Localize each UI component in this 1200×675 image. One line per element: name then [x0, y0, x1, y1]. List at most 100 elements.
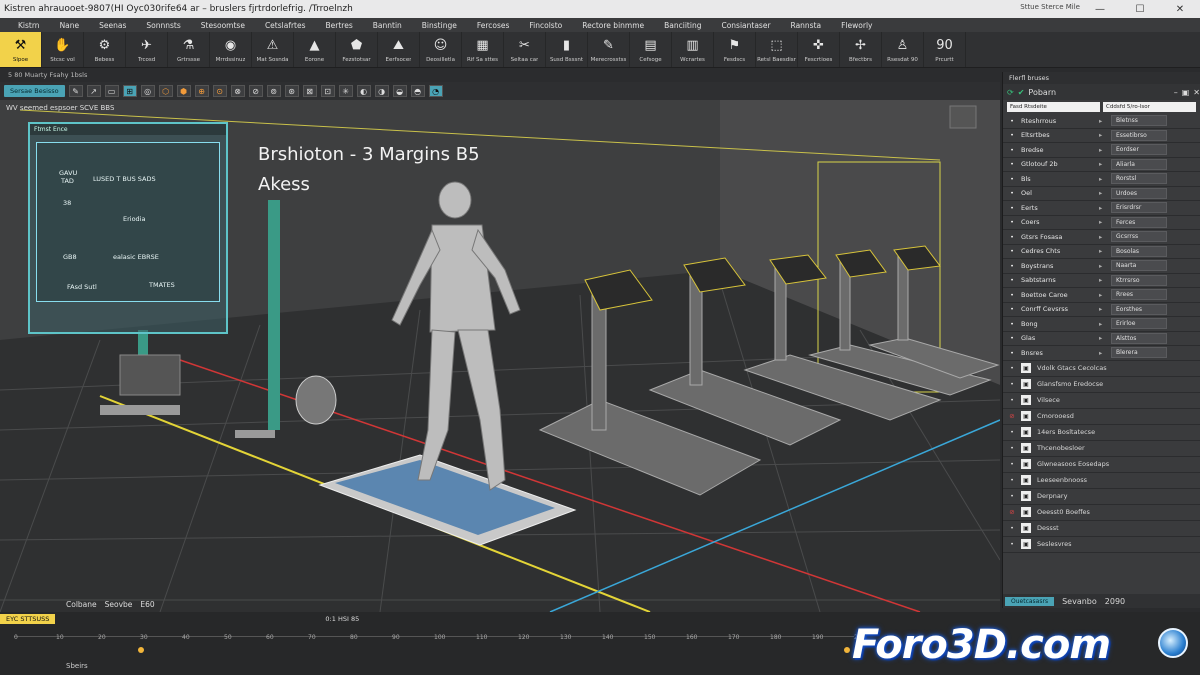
property-row[interactable]: • Eerts ▸ Erisrdrsr — [1003, 201, 1200, 216]
menu-item[interactable]: Cetslafrtes — [255, 21, 316, 30]
property-value[interactable]: Rorstsl — [1111, 173, 1167, 185]
section-row[interactable]: • ▣ Vdolk Gtacs Cecolcas — [1003, 361, 1200, 377]
timeline-track[interactable]: 0 10 20 30 40 50 60 70 80 90 100 110 120 130 140 150 160… — [14, 634, 865, 653]
property-row[interactable]: • Rteshrrous ▸ Bletnss — [1003, 114, 1200, 129]
checkbox-icon[interactable]: ▣ — [1021, 507, 1031, 517]
viewport-tool-icon[interactable]: ⊘ — [248, 85, 263, 97]
toolbar-button[interactable]: ⛰ Eerfsocer — [378, 32, 420, 67]
dropdown-arrow-icon[interactable]: ▸ — [1099, 305, 1111, 313]
maximize-button[interactable]: ☐ — [1120, 0, 1160, 18]
viewport-tool-icon[interactable]: ▭ — [104, 85, 119, 97]
keyframe-marker[interactable] — [138, 647, 144, 653]
refresh-icon[interactable]: ⟳ — [1007, 88, 1014, 97]
viewport-tool-icon[interactable]: ⊞ — [122, 85, 137, 97]
dropdown-arrow-icon[interactable]: ▸ — [1099, 175, 1111, 183]
property-value[interactable]: Blerera — [1111, 347, 1167, 359]
property-row[interactable]: • Boettoe Caroe ▸ Rrees — [1003, 288, 1200, 303]
toolbar-button[interactable]: ⬟ Fezstotsar — [336, 32, 378, 67]
dropdown-arrow-icon[interactable]: ▸ — [1099, 218, 1111, 226]
toolbar-button[interactable]: ▦ Rif Sa sttes — [462, 32, 504, 67]
checkbox-icon[interactable]: ▣ — [1021, 395, 1031, 405]
menu-item[interactable]: Kistrn — [8, 21, 50, 30]
property-row[interactable]: • Bls ▸ Rorstsl — [1003, 172, 1200, 187]
toolbar-button[interactable]: ⚙ Bebess — [84, 32, 126, 67]
viewport-tool-icon[interactable]: ◑ — [374, 85, 389, 97]
toolbar-button[interactable]: ♙ Rsesdat 90 — [882, 32, 924, 67]
viewport-tool-icon[interactable]: ◔ — [428, 85, 443, 97]
toolbar-button[interactable]: ⚗ Grtrssse — [168, 32, 210, 67]
property-row[interactable]: • Conrff Cevsrss ▸ Eorsthes — [1003, 303, 1200, 317]
checkbox-icon[interactable]: ▣ — [1021, 539, 1031, 549]
timeline-mode-label[interactable]: EYC STTSUSS — [0, 614, 56, 624]
viewport-tool-icon[interactable]: ⊚ — [266, 85, 281, 97]
viewport-tool-icon[interactable]: ⬢ — [176, 85, 191, 97]
toolbar-button[interactable]: ✜ Fescrtioes — [798, 32, 840, 67]
viewport-tool-icon[interactable]: ⊠ — [302, 85, 317, 97]
checkbox-icon[interactable]: ▣ — [1021, 363, 1031, 373]
section-row[interactable]: • ▣ Glansfsmo Eredocse — [1003, 377, 1200, 393]
menu-item[interactable]: Fincolsto — [519, 21, 572, 30]
keyframe-marker[interactable] — [844, 647, 850, 653]
checkbox-icon[interactable]: ▣ — [1021, 523, 1031, 533]
property-row[interactable]: • Eltsrtbes ▸ Essetibrso — [1003, 129, 1200, 143]
dropdown-arrow-icon[interactable]: ▸ — [1099, 131, 1111, 139]
menu-item[interactable]: Rannsta — [781, 21, 832, 30]
property-row[interactable]: • Bredse ▸ Eordser — [1003, 143, 1200, 158]
dropdown-arrow-icon[interactable]: ▸ — [1099, 233, 1111, 241]
menu-item[interactable]: Banciiting — [654, 21, 711, 30]
section-row[interactable]: • ▣ Glwneasoos Eosedaps — [1003, 457, 1200, 473]
checkbox-icon[interactable]: ▣ — [1021, 491, 1031, 501]
viewport-tool-icon[interactable]: ↗ — [86, 85, 101, 97]
property-value[interactable]: Bletnss — [1111, 115, 1167, 127]
checkbox-icon[interactable]: ▣ — [1021, 443, 1031, 453]
toolbar-button[interactable]: ◉ Mrrdssinuz — [210, 32, 252, 67]
property-value[interactable]: Alsttos — [1111, 332, 1167, 344]
toolbar-button[interactable]: ☺ Deosilletla — [420, 32, 462, 67]
toolbar-button[interactable]: ✈ Trcosd — [126, 32, 168, 67]
viewport-tool-icon[interactable]: ⊙ — [212, 85, 227, 97]
dropdown-arrow-icon[interactable]: ▸ — [1099, 334, 1111, 342]
menu-item[interactable]: Binstinge — [412, 21, 467, 30]
toolbar-button[interactable]: ✋ Stcsc vol — [42, 32, 84, 67]
property-value[interactable]: Erirloe — [1111, 318, 1167, 330]
check-icon[interactable]: ✔ — [1018, 88, 1025, 97]
property-value[interactable]: Essetibrso — [1111, 129, 1167, 141]
viewport-tool-icon[interactable]: ◒ — [392, 85, 407, 97]
section-row[interactable]: • ▣ Derpnary — [1003, 489, 1200, 505]
toolbar-button[interactable]: ✎ Merecrosstss — [588, 32, 630, 67]
toolbar-button[interactable]: ▮ Susd Bsssnt — [546, 32, 588, 67]
toolbar-button[interactable]: ⚑ Fesdscs — [714, 32, 756, 67]
property-value[interactable]: Aliarla — [1111, 158, 1167, 170]
dropdown-arrow-icon[interactable]: ▸ — [1099, 160, 1111, 168]
property-value[interactable]: Bosolas — [1111, 245, 1167, 257]
dropdown-arrow-icon[interactable]: ▸ — [1099, 276, 1111, 284]
panel-filter-input[interactable]: Cddsfd 5/ro-lsor — [1103, 102, 1196, 112]
section-row[interactable]: • ▣ Seslesvres — [1003, 537, 1200, 553]
property-row[interactable]: • Glas ▸ Alsttos — [1003, 332, 1200, 346]
property-row[interactable]: • Gtlotouf 2b ▸ Aliarla — [1003, 158, 1200, 172]
property-value[interactable]: Naarta — [1111, 260, 1167, 272]
property-value[interactable]: Eordser — [1111, 144, 1167, 156]
floating-screen-panel[interactable]: Ftmst Ence GAVU TAD LUSED T BUS SADS Eri… — [28, 122, 228, 334]
menu-item[interactable]: Sonnnsts — [136, 21, 190, 30]
dropdown-arrow-icon[interactable]: ▸ — [1099, 262, 1111, 270]
dropdown-arrow-icon[interactable]: ▸ — [1099, 189, 1111, 197]
toolbar-button[interactable]: ⚒ Slpoe — [0, 32, 42, 67]
menu-item[interactable]: Bertres — [316, 21, 363, 30]
menu-item[interactable]: Seenas — [89, 21, 136, 30]
panel-tab[interactable]: Pobarn — [1028, 88, 1056, 97]
toolbar-button[interactable]: ▲ Eorone — [294, 32, 336, 67]
toolbar-button[interactable]: 90 Prcurtt — [924, 32, 966, 67]
section-row[interactable]: • ▣ Dessst — [1003, 521, 1200, 537]
menu-item[interactable]: Fercoses — [467, 21, 520, 30]
checkbox-icon[interactable]: ▣ — [1021, 411, 1031, 421]
section-row[interactable]: ⊘ ▣ Cmorooesd — [1003, 409, 1200, 425]
dropdown-arrow-icon[interactable]: ▸ — [1099, 320, 1111, 328]
section-row[interactable]: • ▣ Leeseenbnooss — [1003, 473, 1200, 489]
menu-item[interactable]: Banntin — [363, 21, 412, 30]
property-row[interactable]: • Sabtstarns ▸ Ktrrsrso — [1003, 274, 1200, 288]
property-value[interactable]: Ktrrsrso — [1111, 274, 1167, 286]
lock-icon[interactable]: ▣ — [1182, 88, 1190, 97]
viewport-mode-dropdown[interactable]: Sersae Besisso — [4, 85, 65, 97]
viewport-tool-icon[interactable]: ✎ — [68, 85, 83, 97]
